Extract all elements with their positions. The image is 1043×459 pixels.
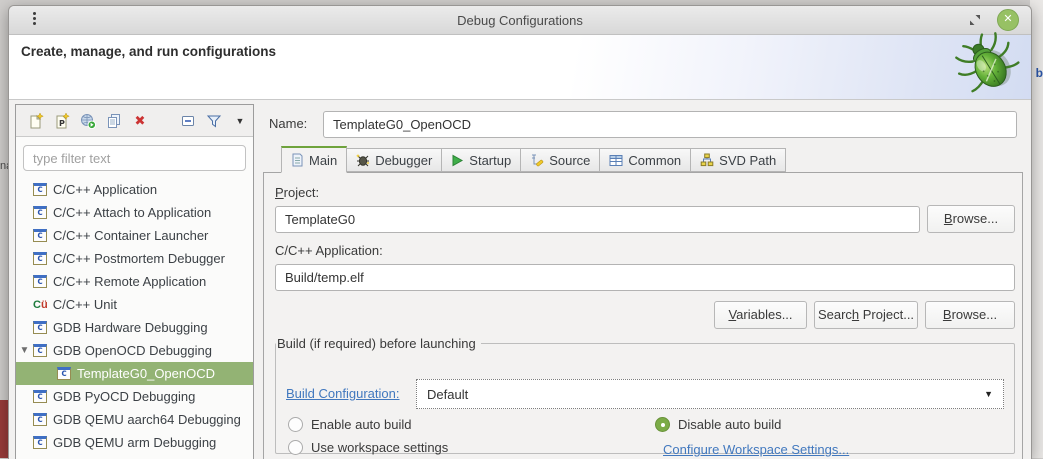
radio-unchecked-icon <box>288 417 303 432</box>
delete-icon[interactable]: ✖ <box>132 113 148 129</box>
window-menu-icon[interactable] <box>33 12 36 25</box>
configurations-toolbar: P ✖ ▼ <box>16 105 253 137</box>
tree-item-gdb-openocd[interactable]: ▼ c GDB OpenOCD Debugging <box>16 339 253 362</box>
tab-startup[interactable]: Startup <box>441 148 521 172</box>
c-app-icon: c <box>33 344 47 357</box>
tab-source[interactable]: Source <box>520 148 600 172</box>
tree-item-cpp-application[interactable]: c C/C++ Application <box>16 178 253 201</box>
tree-item-templateg0-openocd[interactable]: c TemplateG0_OpenOCD <box>16 362 253 385</box>
radio-unchecked-icon <box>288 440 303 455</box>
search-project-button[interactable]: Search Project... <box>814 301 918 329</box>
project-input[interactable] <box>275 206 920 233</box>
tabbar: Main Debugger Startup <box>281 146 785 172</box>
tab-debugger[interactable]: Debugger <box>346 148 442 172</box>
debug-configurations-dialog: Debug Configurations ✕ Create, manage, a… <box>8 5 1032 459</box>
tree-item-cpp-remote[interactable]: c C/C++ Remote Application <box>16 270 253 293</box>
build-before-launch-group: Build (if required) before launching Bui… <box>275 336 1015 454</box>
build-configuration-select[interactable]: Default ▼ <box>416 379 1004 409</box>
collapse-all-icon[interactable] <box>180 113 196 129</box>
debug-beetle-logo <box>948 32 1028 98</box>
c-app-icon: c <box>33 436 47 449</box>
hierarchy-icon <box>700 153 714 167</box>
titlebar[interactable]: Debug Configurations ✕ <box>9 6 1031 35</box>
name-input[interactable] <box>323 111 1017 138</box>
c-app-icon: c <box>33 390 47 403</box>
variables-button[interactable]: Variables... <box>714 301 807 329</box>
chevron-down-icon: ▼ <box>984 389 993 399</box>
restore-window-icon[interactable] <box>969 14 981 26</box>
build-configuration-value: Default <box>427 387 468 402</box>
configure-workspace-settings-link[interactable]: Configure Workspace Settings... <box>663 442 849 457</box>
desktop-background-red-strip <box>0 400 8 458</box>
dialog-header-title: Create, manage, and run configurations <box>21 44 276 59</box>
project-browse-button[interactable]: Browse... <box>927 205 1015 233</box>
c-app-icon: c <box>33 321 47 334</box>
tree-item-gdb-hardware[interactable]: c GDB Hardware Debugging <box>16 316 253 339</box>
main-tab-panel: Project: Browse... C/C++ Application: Va… <box>263 172 1023 459</box>
bug-icon <box>356 153 370 167</box>
tree-item-cpp-postmortem[interactable]: c C/C++ Postmortem Debugger <box>16 247 253 270</box>
c-app-icon: c <box>33 206 47 219</box>
source-icon <box>530 153 544 167</box>
c-app-icon: c <box>33 229 47 242</box>
tab-svd-path[interactable]: SVD Path <box>690 148 786 172</box>
c-app-icon: c <box>33 275 47 288</box>
new-configuration-icon[interactable] <box>28 113 44 129</box>
duplicate-icon[interactable] <box>106 113 122 129</box>
build-group-legend: Build (if required) before launching <box>276 336 481 351</box>
browse-button[interactable]: Browse... <box>925 301 1015 329</box>
filter-input[interactable] <box>23 145 246 171</box>
svg-text:P: P <box>59 119 65 128</box>
c-app-icon: c <box>33 183 47 196</box>
filter-icon[interactable] <box>206 113 222 129</box>
table-icon <box>609 154 623 167</box>
window-title: Debug Configurations <box>9 13 1031 28</box>
c-app-icon: c <box>33 252 47 265</box>
name-label: Name: <box>269 116 307 131</box>
application-label: C/C++ Application: <box>275 243 383 258</box>
panel-sash[interactable] <box>255 104 263 459</box>
configurations-panel: P ✖ ▼ <box>15 104 254 459</box>
expander-icon[interactable]: ▼ <box>16 345 33 356</box>
close-icon[interactable]: ✕ <box>997 9 1019 31</box>
dialog-header: Create, manage, and run configurations <box>9 35 1031 100</box>
build-configuration-link[interactable]: Build Configuration: <box>286 386 399 401</box>
tree-item-cpp-container[interactable]: c C/C++ Container Launcher <box>16 224 253 247</box>
application-input[interactable] <box>275 264 1015 291</box>
background-remnant-text-right: b <box>1036 66 1043 80</box>
tree-item-gdb-pyocd[interactable]: c GDB PyOCD Debugging <box>16 385 253 408</box>
view-menu-caret-icon[interactable]: ▼ <box>232 113 248 129</box>
new-prototype-icon[interactable]: P <box>54 113 70 129</box>
disable-auto-build-radio[interactable]: Disable auto build <box>655 417 781 432</box>
radio-checked-icon <box>655 417 670 432</box>
tab-main[interactable]: Main <box>281 146 347 173</box>
configurations-tree: c C/C++ Application c C/C++ Attach to Ap… <box>16 178 253 454</box>
play-icon <box>451 154 464 167</box>
tab-common[interactable]: Common <box>599 148 691 172</box>
tree-item-gdb-qemu-aarch64[interactable]: c GDB QEMU aarch64 Debugging <box>16 408 253 431</box>
file-icon <box>291 153 304 167</box>
configuration-detail-panel: Name: Main Debugger <box>263 104 1023 459</box>
tree-item-cpp-attach[interactable]: c C/C++ Attach to Application <box>16 201 253 224</box>
c-unit-icon: Cü <box>33 299 48 311</box>
tree-item-cpp-unit[interactable]: Cü C/C++ Unit <box>16 293 253 316</box>
c-app-icon: c <box>57 367 71 380</box>
project-label: Project: <box>275 185 319 200</box>
export-configurations-icon[interactable] <box>80 113 96 129</box>
c-app-icon: c <box>33 413 47 426</box>
use-workspace-settings-radio[interactable]: Use workspace settings <box>288 440 448 455</box>
tree-item-gdb-qemu-arm[interactable]: c GDB QEMU arm Debugging <box>16 431 253 454</box>
enable-auto-build-radio[interactable]: Enable auto build <box>288 417 411 432</box>
